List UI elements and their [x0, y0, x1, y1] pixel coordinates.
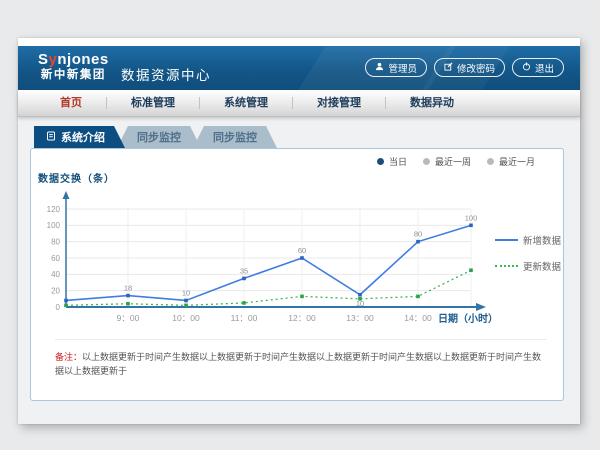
data-point-label: 35 — [240, 266, 248, 275]
data-point — [64, 304, 68, 308]
y-axis-title: 数据交换（条） — [38, 170, 115, 185]
footnote-prefix: 备注： — [55, 352, 82, 362]
radio-dot — [423, 158, 430, 165]
main-nav: 首页标准管理系统管理对接管理数据异动 — [18, 90, 580, 117]
nav-item-5[interactable]: 数据异动 — [386, 90, 478, 116]
footnote: 备注：以上数据更新于时间产生数据以上数据更新于时间产生数据以上数据更新于时间产生… — [55, 339, 547, 378]
document-icon — [46, 131, 56, 144]
time-range-radio-group: 当日 最近一周 最近一月 — [377, 155, 535, 168]
radio-label: 当日 — [389, 155, 407, 168]
data-point — [416, 295, 420, 299]
data-point-label: 60 — [298, 246, 306, 255]
x-tick-label: 11：00 — [231, 313, 258, 323]
data-point — [126, 302, 130, 306]
change-password-button[interactable]: 修改密码 — [434, 58, 505, 77]
data-point — [416, 240, 420, 244]
power-icon — [522, 62, 531, 74]
x-tick-label: 13：00 — [346, 313, 374, 323]
legend-label: 新增数据 — [523, 233, 561, 247]
legend-label: 更新数据 — [523, 259, 561, 273]
logout-button-label: 退出 — [535, 61, 554, 75]
content-area: 系统介绍 同步监控 同步监控 当日 最近一周 最近一月 数据交换（条） 0 20 40 60 8… — [18, 117, 580, 424]
y-tick-label: 120 — [47, 205, 61, 214]
x-axis-arrow-icon — [476, 303, 486, 311]
brand-logo: Synjones 新中新集团 — [38, 51, 109, 83]
x-axis-title: 日期（小时） — [438, 312, 498, 325]
nav-item-1[interactable]: 首页 — [36, 90, 106, 116]
tab-2[interactable]: 同步监控 — [117, 126, 201, 148]
page-background: Synjones 新中新集团 数据资源中心 管理员 修改密码 — [0, 0, 600, 450]
legend-item-1[interactable]: 新增数据 — [495, 233, 561, 247]
data-point — [358, 293, 362, 297]
x-tick-label: 12：00 — [288, 313, 316, 323]
data-point-label: 80 — [414, 230, 422, 239]
radio-option-2[interactable]: 最近一周 — [423, 155, 471, 168]
app-window: Synjones 新中新集团 数据资源中心 管理员 修改密码 — [18, 38, 580, 424]
data-point — [184, 304, 188, 308]
x-tick-label: 10：00 — [172, 313, 200, 323]
data-point — [300, 256, 304, 260]
radio-option-3[interactable]: 最近一月 — [487, 155, 535, 168]
data-point — [242, 277, 246, 281]
y-tick-label: 100 — [47, 221, 61, 230]
y-tick-label: 60 — [51, 254, 60, 263]
brand-group-name: 新中新集团 — [38, 68, 109, 83]
nav-item-2[interactable]: 标准管理 — [107, 90, 199, 116]
chart-panel: 当日 最近一周 最近一月 数据交换（条） 0 20 40 60 80 100 120 9：00 10… — [30, 148, 564, 401]
person-icon — [375, 62, 384, 74]
change-password-label: 修改密码 — [457, 61, 495, 75]
radio-option-1[interactable]: 当日 — [377, 155, 407, 168]
data-point-label: 18 — [124, 284, 132, 293]
legend-item-2[interactable]: 更新数据 — [495, 259, 561, 273]
data-point-label: 10 — [182, 288, 190, 297]
user-actions: 管理员 修改密码 退出 — [365, 58, 564, 77]
footnote-text: 以上数据更新于时间产生数据以上数据更新于时间产生数据以上数据更新于时间产生数据以… — [55, 352, 541, 376]
tab-1[interactable]: 系统介绍 — [34, 126, 125, 148]
y-tick-label: 40 — [51, 270, 60, 279]
y-axis-arrow-icon — [63, 191, 70, 199]
page-title: 数据资源中心 — [121, 64, 211, 84]
logout-button[interactable]: 退出 — [512, 58, 564, 77]
app-header: Synjones 新中新集团 数据资源中心 管理员 修改密码 — [18, 46, 580, 90]
edit-icon — [444, 62, 453, 74]
legend-swatch — [495, 265, 518, 267]
data-point — [469, 224, 473, 228]
data-point-label: 100 — [465, 213, 478, 222]
nav-item-4[interactable]: 对接管理 — [293, 90, 385, 116]
data-point — [469, 268, 473, 272]
data-point — [242, 301, 246, 305]
y-tick-label: 20 — [51, 286, 60, 295]
data-point — [184, 299, 188, 303]
radio-label: 最近一月 — [499, 155, 535, 168]
radio-dot — [377, 158, 384, 165]
tab-label: 同步监控 — [137, 129, 181, 145]
chart-svg: 0 20 40 60 80 100 120 9：00 10：00 11：00 12：00 13：00 1… — [31, 189, 563, 347]
tab-label: 系统介绍 — [61, 129, 105, 145]
x-tick-label: 14：00 — [404, 313, 432, 323]
radio-label: 最近一周 — [435, 155, 471, 168]
radio-dot — [487, 158, 494, 165]
data-point — [126, 294, 130, 298]
data-point — [64, 299, 68, 303]
nav-item-3[interactable]: 系统管理 — [200, 90, 292, 116]
series-legend: 新增数据更新数据 — [495, 233, 561, 273]
legend-swatch — [495, 239, 518, 241]
logo-accent: y — [49, 51, 58, 68]
data-point — [358, 297, 362, 301]
brand-logo-text: Synjones — [38, 51, 109, 68]
x-tick-label: 9：00 — [117, 313, 140, 323]
y-tick-label: 0 — [56, 303, 61, 312]
user-button-label: 管理员 — [388, 61, 417, 75]
tab-label: 同步监控 — [213, 129, 257, 145]
data-point — [300, 295, 304, 299]
user-button[interactable]: 管理员 — [365, 58, 427, 77]
y-tick-label: 80 — [51, 237, 60, 246]
tab-3[interactable]: 同步监控 — [193, 126, 277, 148]
tab-bar: 系统介绍 同步监控 同步监控 — [34, 126, 277, 148]
